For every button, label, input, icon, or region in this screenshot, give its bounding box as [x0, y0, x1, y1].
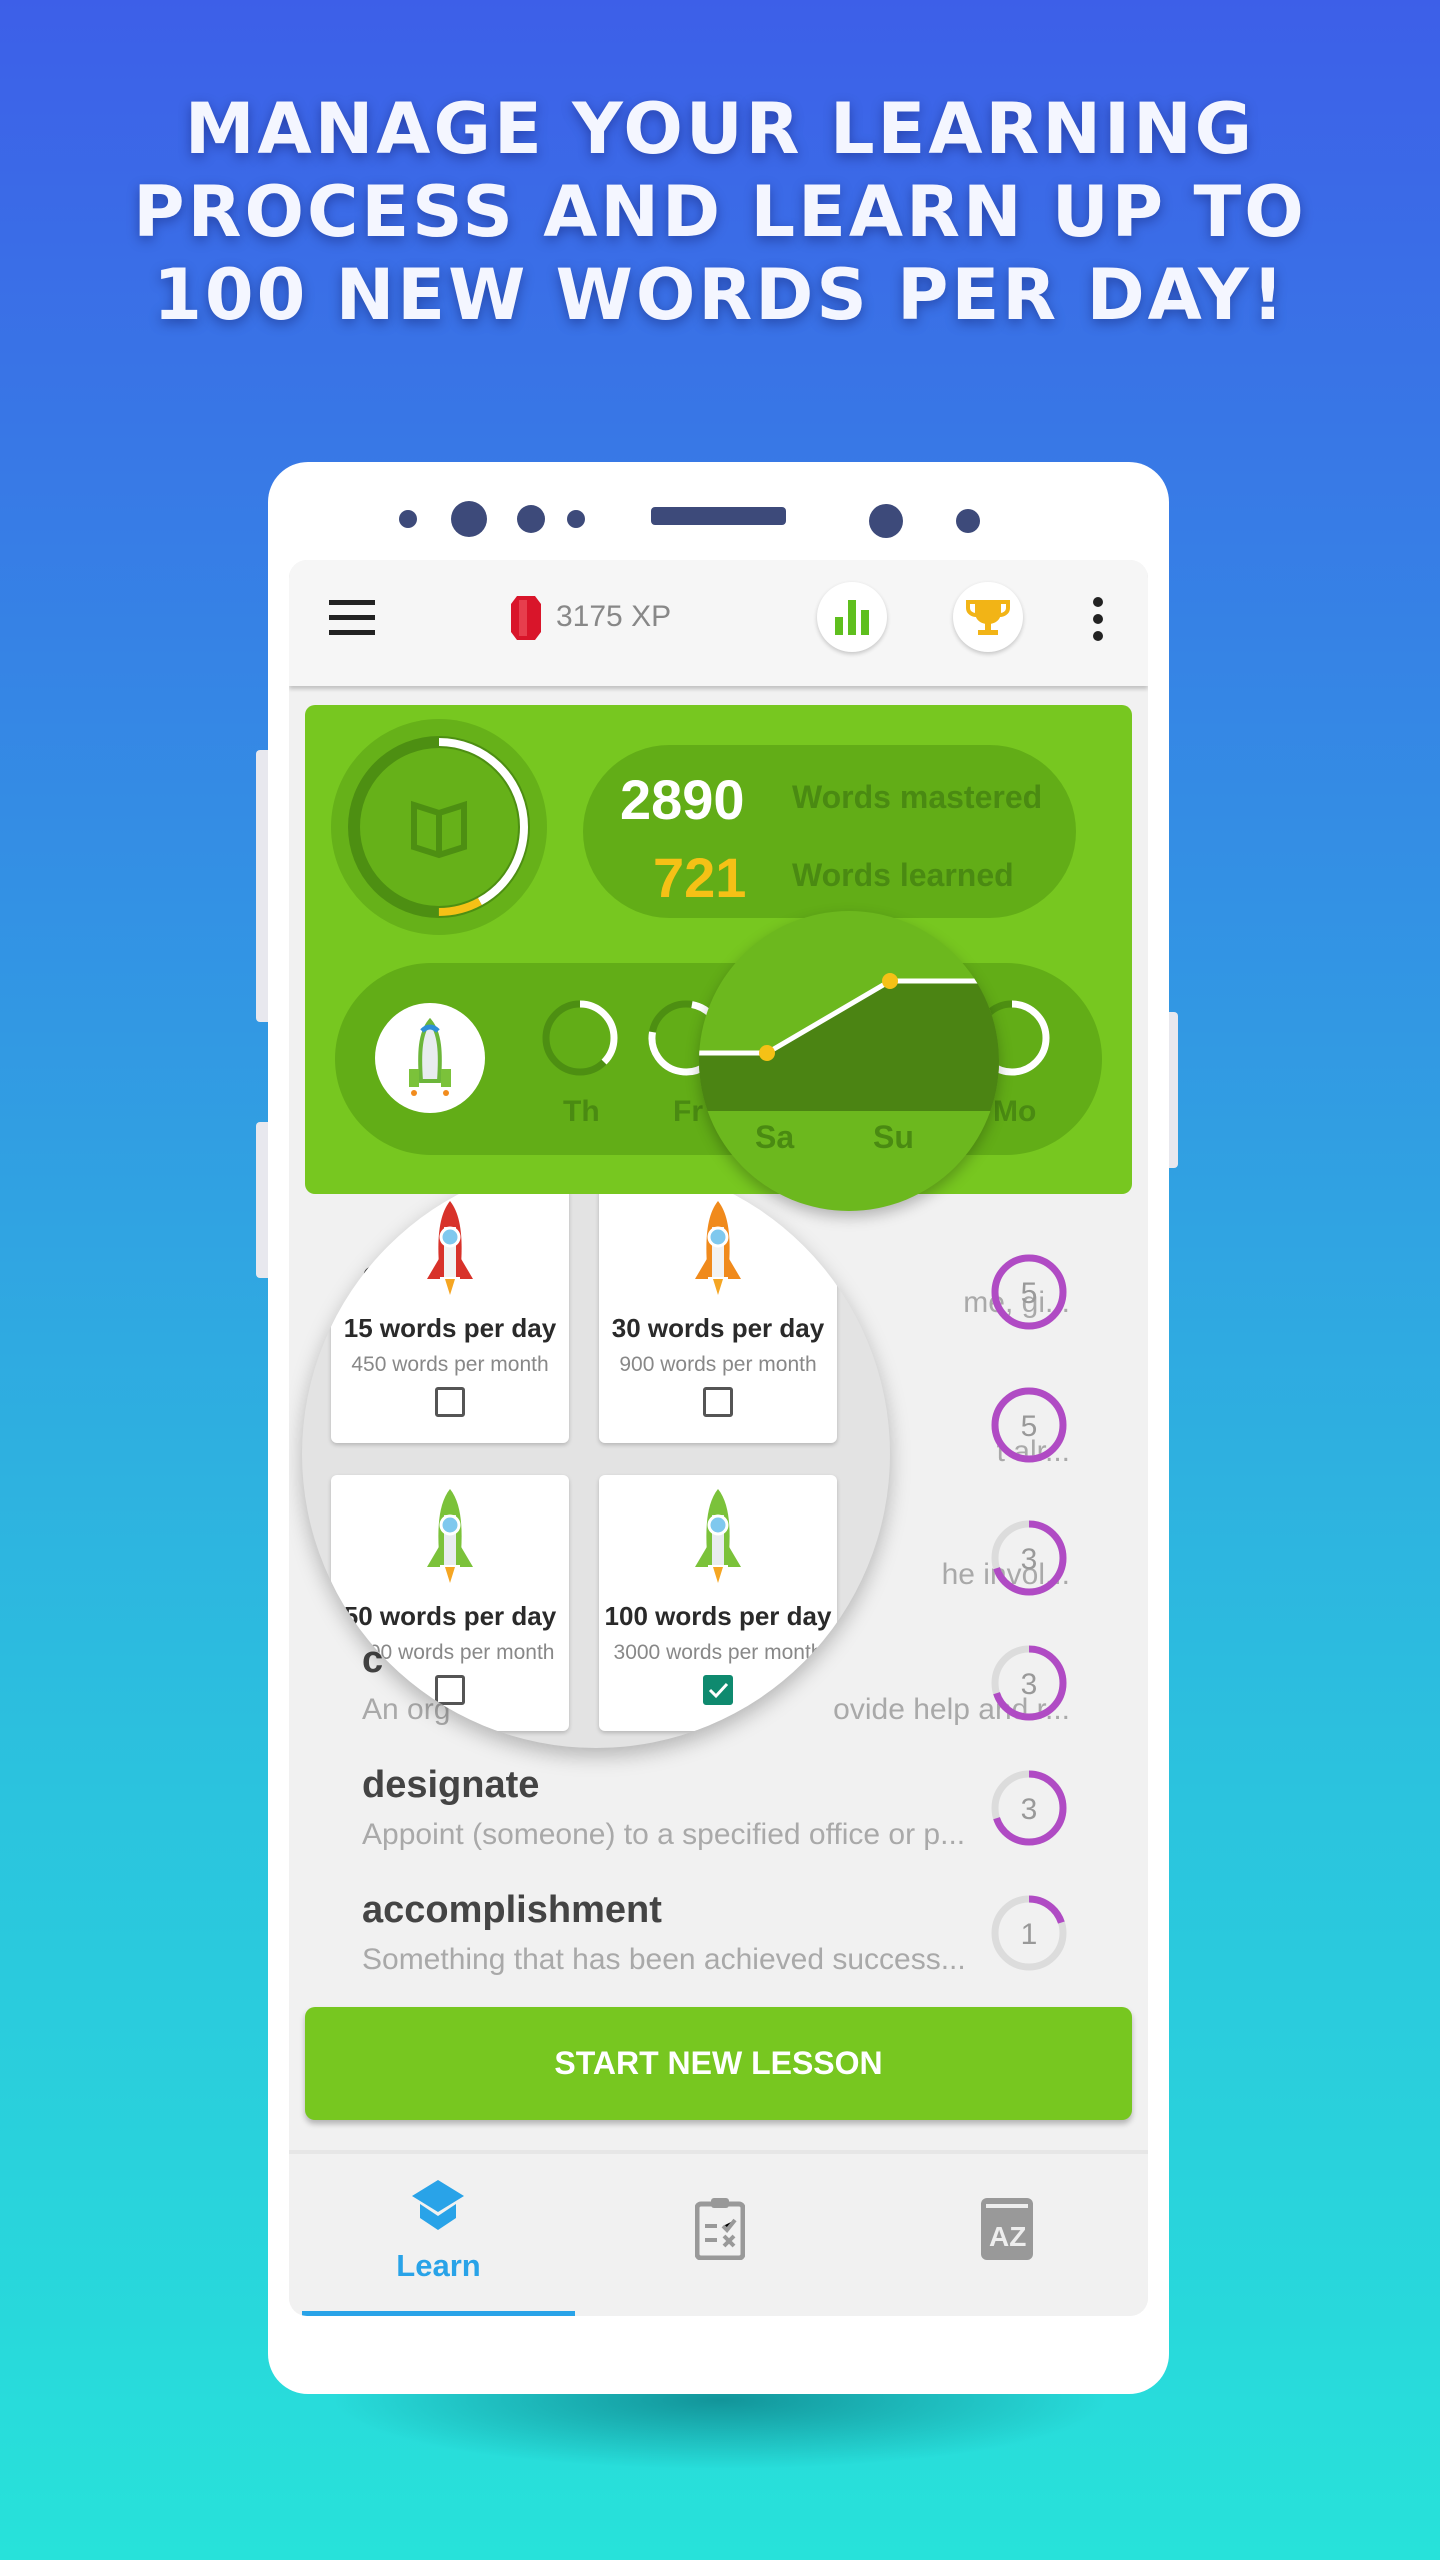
- mastered-count: 2890: [620, 768, 745, 831]
- word-title: accomplishment: [362, 1889, 662, 1931]
- phone-side-button: [256, 1122, 268, 1278]
- mastered-label: Words mastered: [792, 779, 1043, 815]
- plan-subtitle: 1500 words per month: [345, 1641, 555, 1664]
- mastery-ring: [331, 719, 547, 935]
- rocket-icon: [427, 1489, 473, 1583]
- more-vertical-icon[interactable]: [1089, 596, 1107, 642]
- stats-button[interactable]: [817, 582, 887, 652]
- plan-title: 15 words per day: [343, 1313, 557, 1343]
- plan-checkbox[interactable]: [703, 1675, 733, 1705]
- level-number: 3: [1021, 1668, 1038, 1701]
- start-new-lesson-button[interactable]: START NEW LESSON: [305, 2007, 1132, 2120]
- plan-checkbox[interactable]: [435, 1387, 465, 1417]
- level-number: 3: [1021, 1793, 1038, 1826]
- plan-magnifier: 15 words per day 450 words per month 30 …: [302, 1160, 890, 1748]
- tab-quiz[interactable]: [589, 2154, 849, 2316]
- plan-title: 50 words per day: [343, 1601, 557, 1631]
- bottom-nav: Learn AZ: [289, 2150, 1148, 2316]
- tab-dictionary[interactable]: AZ: [869, 2154, 1139, 2316]
- progress-card: 2890 Words mastered 721 Words learned Th…: [305, 705, 1132, 1211]
- streak-chart-magnifier: Sa Su: [699, 911, 999, 1211]
- rocket-icon: [427, 1201, 473, 1295]
- headline: MANAGE YOUR LEARNING PROCESS AND LEARN U…: [0, 88, 1440, 337]
- day-label: Sa: [755, 1119, 795, 1155]
- bar-chart-icon: [835, 600, 869, 635]
- day-label: Su: [873, 1119, 914, 1155]
- trophy-icon: [966, 600, 1010, 635]
- plan-card[interactable]: 100 words per day 3000 words per month: [599, 1475, 837, 1731]
- plan-checkbox[interactable]: [435, 1675, 465, 1705]
- plan-checkbox[interactable]: [703, 1387, 733, 1417]
- level-number: 5: [1021, 1277, 1038, 1310]
- plan-subtitle: 3000 words per month: [613, 1641, 823, 1664]
- tab-label: Learn: [396, 2248, 481, 2283]
- level-ring: 3: [991, 1645, 1067, 1721]
- phone-side-button: [256, 750, 268, 1022]
- day-ring-th: [542, 1000, 618, 1076]
- word-title: designate: [362, 1764, 540, 1806]
- day-label: Th: [563, 1095, 600, 1128]
- word-row[interactable]: accomplishment Something that has been a…: [289, 1885, 1148, 2005]
- rocket-level-badge[interactable]: [375, 1003, 485, 1113]
- plan-title: 30 words per day: [611, 1313, 825, 1343]
- level-ring: 1: [991, 1895, 1067, 1971]
- phone-sensors-icon: [399, 501, 980, 538]
- headline-line: 100 NEW WORDS PER DAY!: [153, 254, 1287, 336]
- graduation-cap-icon: [412, 2180, 464, 2230]
- level-ring: 5: [991, 1254, 1067, 1330]
- level-number: 5: [1021, 1410, 1038, 1443]
- check-icon: [708, 1682, 729, 1699]
- tab-learn[interactable]: Learn: [302, 2154, 575, 2316]
- day-label: Fr: [673, 1095, 703, 1128]
- achievements-button[interactable]: [953, 582, 1023, 652]
- toolbar: 3175 XP: [289, 560, 1148, 686]
- word-stats-pill: 2890 Words mastered 721 Words learned: [583, 745, 1076, 918]
- chart-point: [882, 973, 898, 989]
- quiz-clipboard-icon: [695, 2198, 745, 2260]
- learned-count: 721: [653, 846, 747, 909]
- rocket-icon: [695, 1489, 741, 1583]
- word-row[interactable]: designate Appoint (someone) to a specifi…: [289, 1760, 1148, 1880]
- chart-point: [759, 1045, 775, 1061]
- level-ring: 3: [991, 1770, 1067, 1846]
- level-ring: 3: [991, 1520, 1067, 1596]
- xp-counter: 3175 XP: [556, 600, 672, 633]
- plan-subtitle: 450 words per month: [351, 1353, 549, 1376]
- plan-card[interactable]: 15 words per day 450 words per month: [331, 1187, 569, 1443]
- word-definition: Something that has been achieved success…: [362, 1943, 966, 1976]
- level-ring: 5: [991, 1387, 1067, 1463]
- headline-line: PROCESS AND LEARN UP TO: [133, 171, 1307, 253]
- level-number: 3: [1021, 1543, 1038, 1576]
- ruby-gem-icon: [511, 596, 541, 640]
- word-definition: Appoint (someone) to a specified office …: [362, 1818, 966, 1851]
- day-label: Mo: [993, 1095, 1037, 1128]
- plan-subtitle: 900 words per month: [619, 1353, 817, 1376]
- plan-card[interactable]: 30 words per day 900 words per month: [599, 1187, 837, 1443]
- active-tab-indicator: [302, 2311, 575, 2316]
- rocket-icon: [409, 1017, 451, 1096]
- streak-line-chart: [699, 973, 999, 1111]
- dictionary-az-icon: AZ: [981, 2198, 1033, 2260]
- svg-text:AZ: AZ: [989, 2221, 1026, 2252]
- app-screen: 3175 XP 2890 Words mastered 721 Words le…: [289, 560, 1148, 2316]
- headline-line: MANAGE YOUR LEARNING: [184, 88, 1256, 170]
- plan-title: 100 words per day: [604, 1601, 832, 1631]
- level-number: 1: [1021, 1918, 1038, 1951]
- hamburger-icon[interactable]: [329, 600, 375, 636]
- rocket-icon: [695, 1201, 741, 1295]
- learned-label: Words learned: [792, 857, 1014, 893]
- plan-card[interactable]: 50 words per day 1500 words per month: [331, 1475, 569, 1731]
